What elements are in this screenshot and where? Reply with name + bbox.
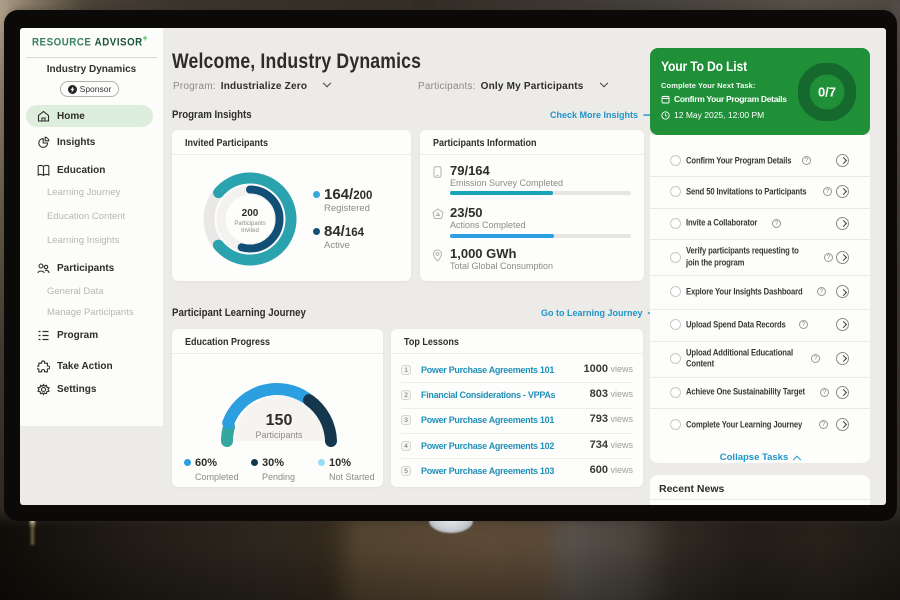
svg-text:0/7: 0/7	[818, 85, 836, 100]
svg-text:200: 200	[242, 208, 259, 219]
svg-text:Invited: Invited	[241, 228, 259, 234]
svg-text:Participants: Participants	[234, 221, 265, 227]
